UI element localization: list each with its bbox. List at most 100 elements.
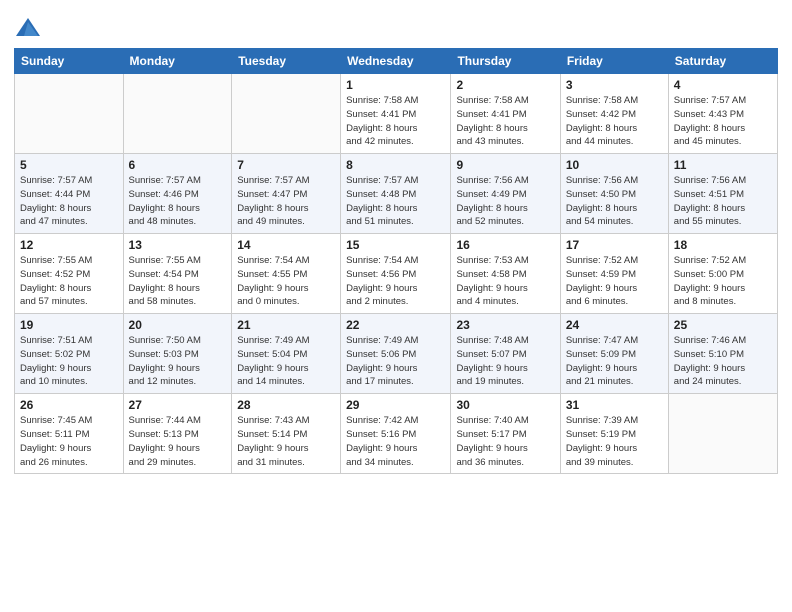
day-number: 24 [566,318,663,332]
calendar-week-row: 12 Sunrise: 7:55 AM Sunset: 4:52 PM Dayli… [15,234,778,314]
day-number: 30 [456,398,554,412]
calendar-day-9: 9Sunrise: 7:56 AM Sunset: 4:49 PM Daylig… [451,154,560,234]
day-number: 31 [566,398,663,412]
day-info: Sunrise: 7:55 AM Sunset: 4:52 PM Dayligh… [20,254,118,309]
day-info: Sunrise: 7:44 AM Sunset: 5:13 PM Dayligh… [129,414,227,469]
day-info: Sunrise: 7:46 AM Sunset: 5:10 PM Dayligh… [674,334,772,389]
calendar-day-26: 26 Sunrise: 7:45 AM Sunset: 5:11 PM Dayli… [15,394,124,474]
day-info: Sunrise: 7:57 AM Sunset: 4:44 PM Dayligh… [20,174,118,229]
calendar-day-6: 6 Sunrise: 7:57 AM Sunset: 4:46 PM Daylig… [123,154,232,234]
page: SundayMondayTuesdayWednesdayThursdayFrid… [0,0,792,484]
col-header-thursday: Thursday [451,49,560,74]
day-number: 10 [566,158,663,172]
calendar-day-8: 8 Sunrise: 7:57 AM Sunset: 4:48 PM Daylig… [341,154,451,234]
day-number: 21 [237,318,335,332]
day-info: Sunrise: 7:57 AM Sunset: 4:48 PM Dayligh… [346,174,445,229]
calendar-day-25: 25Sunrise: 7:46 AM Sunset: 5:10 PM Dayli… [668,314,777,394]
col-header-sunday: Sunday [15,49,124,74]
day-info: Sunrise: 7:52 AM Sunset: 5:00 PM Dayligh… [674,254,772,309]
calendar-day-12: 12 Sunrise: 7:55 AM Sunset: 4:52 PM Dayli… [15,234,124,314]
calendar-day-21: 21 Sunrise: 7:49 AM Sunset: 5:04 PM Dayli… [232,314,341,394]
day-number: 8 [346,158,445,172]
calendar-table: SundayMondayTuesdayWednesdayThursdayFrid… [14,48,778,474]
col-header-monday: Monday [123,49,232,74]
logo [14,14,44,42]
calendar-day-22: 22 Sunrise: 7:49 AM Sunset: 5:06 PM Dayli… [341,314,451,394]
day-info: Sunrise: 7:56 AM Sunset: 4:51 PM Dayligh… [674,174,772,229]
day-number: 13 [129,238,227,252]
day-info: Sunrise: 7:58 AM Sunset: 4:41 PM Dayligh… [346,94,445,149]
empty-cell [668,394,777,474]
day-info: Sunrise: 7:55 AM Sunset: 4:54 PM Dayligh… [129,254,227,309]
day-number: 2 [456,78,554,92]
col-header-wednesday: Wednesday [341,49,451,74]
header [14,10,778,42]
day-info: Sunrise: 7:52 AM Sunset: 4:59 PM Dayligh… [566,254,663,309]
calendar-day-23: 23 Sunrise: 7:48 AM Sunset: 5:07 PM Dayli… [451,314,560,394]
calendar-week-row: 19 Sunrise: 7:51 AM Sunset: 5:02 PM Dayli… [15,314,778,394]
day-number: 14 [237,238,335,252]
calendar-day-1: 1 Sunrise: 7:58 AM Sunset: 4:41 PM Daylig… [341,74,451,154]
calendar-day-5: 5 Sunrise: 7:57 AM Sunset: 4:44 PM Daylig… [15,154,124,234]
day-number: 4 [674,78,772,92]
day-number: 6 [129,158,227,172]
day-info: Sunrise: 7:58 AM Sunset: 4:41 PM Dayligh… [456,94,554,149]
day-info: Sunrise: 7:56 AM Sunset: 4:49 PM Dayligh… [456,174,554,229]
day-number: 27 [129,398,227,412]
day-info: Sunrise: 7:58 AM Sunset: 4:42 PM Dayligh… [566,94,663,149]
calendar-day-29: 29Sunrise: 7:42 AM Sunset: 5:16 PM Dayli… [341,394,451,474]
calendar-day-19: 19 Sunrise: 7:51 AM Sunset: 5:02 PM Dayli… [15,314,124,394]
day-number: 23 [456,318,554,332]
calendar-week-row: 1 Sunrise: 7:58 AM Sunset: 4:41 PM Daylig… [15,74,778,154]
day-info: Sunrise: 7:57 AM Sunset: 4:43 PM Dayligh… [674,94,772,149]
day-info: Sunrise: 7:56 AM Sunset: 4:50 PM Dayligh… [566,174,663,229]
calendar-week-row: 26 Sunrise: 7:45 AM Sunset: 5:11 PM Dayli… [15,394,778,474]
day-info: Sunrise: 7:42 AM Sunset: 5:16 PM Dayligh… [346,414,445,469]
day-info: Sunrise: 7:50 AM Sunset: 5:03 PM Dayligh… [129,334,227,389]
calendar-day-3: 3Sunrise: 7:58 AM Sunset: 4:42 PM Daylig… [560,74,668,154]
day-number: 18 [674,238,772,252]
calendar-day-14: 14 Sunrise: 7:54 AM Sunset: 4:55 PM Dayli… [232,234,341,314]
day-info: Sunrise: 7:47 AM Sunset: 5:09 PM Dayligh… [566,334,663,389]
col-header-friday: Friday [560,49,668,74]
day-number: 17 [566,238,663,252]
calendar-day-16: 16 Sunrise: 7:53 AM Sunset: 4:58 PM Dayli… [451,234,560,314]
calendar-week-row: 5 Sunrise: 7:57 AM Sunset: 4:44 PM Daylig… [15,154,778,234]
calendar-day-4: 4 Sunrise: 7:57 AM Sunset: 4:43 PM Daylig… [668,74,777,154]
calendar-day-30: 30Sunrise: 7:40 AM Sunset: 5:17 PM Dayli… [451,394,560,474]
day-info: Sunrise: 7:53 AM Sunset: 4:58 PM Dayligh… [456,254,554,309]
day-number: 16 [456,238,554,252]
day-number: 19 [20,318,118,332]
col-header-tuesday: Tuesday [232,49,341,74]
day-number: 28 [237,398,335,412]
empty-cell [123,74,232,154]
day-number: 11 [674,158,772,172]
day-number: 7 [237,158,335,172]
calendar-day-2: 2 Sunrise: 7:58 AM Sunset: 4:41 PM Daylig… [451,74,560,154]
day-info: Sunrise: 7:54 AM Sunset: 4:55 PM Dayligh… [237,254,335,309]
day-info: Sunrise: 7:48 AM Sunset: 5:07 PM Dayligh… [456,334,554,389]
day-info: Sunrise: 7:43 AM Sunset: 5:14 PM Dayligh… [237,414,335,469]
day-number: 20 [129,318,227,332]
day-info: Sunrise: 7:51 AM Sunset: 5:02 PM Dayligh… [20,334,118,389]
day-number: 26 [20,398,118,412]
day-info: Sunrise: 7:49 AM Sunset: 5:04 PM Dayligh… [237,334,335,389]
calendar-day-7: 7 Sunrise: 7:57 AM Sunset: 4:47 PM Daylig… [232,154,341,234]
day-info: Sunrise: 7:57 AM Sunset: 4:47 PM Dayligh… [237,174,335,229]
day-info: Sunrise: 7:57 AM Sunset: 4:46 PM Dayligh… [129,174,227,229]
calendar-day-20: 20 Sunrise: 7:50 AM Sunset: 5:03 PM Dayli… [123,314,232,394]
logo-icon [14,14,42,42]
day-info: Sunrise: 7:49 AM Sunset: 5:06 PM Dayligh… [346,334,445,389]
calendar-header-row: SundayMondayTuesdayWednesdayThursdayFrid… [15,49,778,74]
day-number: 15 [346,238,445,252]
calendar-day-13: 13 Sunrise: 7:55 AM Sunset: 4:54 PM Dayli… [123,234,232,314]
day-number: 5 [20,158,118,172]
calendar-day-27: 27 Sunrise: 7:44 AM Sunset: 5:13 PM Dayli… [123,394,232,474]
day-info: Sunrise: 7:45 AM Sunset: 5:11 PM Dayligh… [20,414,118,469]
calendar-day-31: 31Sunrise: 7:39 AM Sunset: 5:19 PM Dayli… [560,394,668,474]
day-number: 1 [346,78,445,92]
day-number: 12 [20,238,118,252]
calendar-day-15: 15Sunrise: 7:54 AM Sunset: 4:56 PM Dayli… [341,234,451,314]
calendar-day-11: 11 Sunrise: 7:56 AM Sunset: 4:51 PM Dayli… [668,154,777,234]
day-number: 22 [346,318,445,332]
